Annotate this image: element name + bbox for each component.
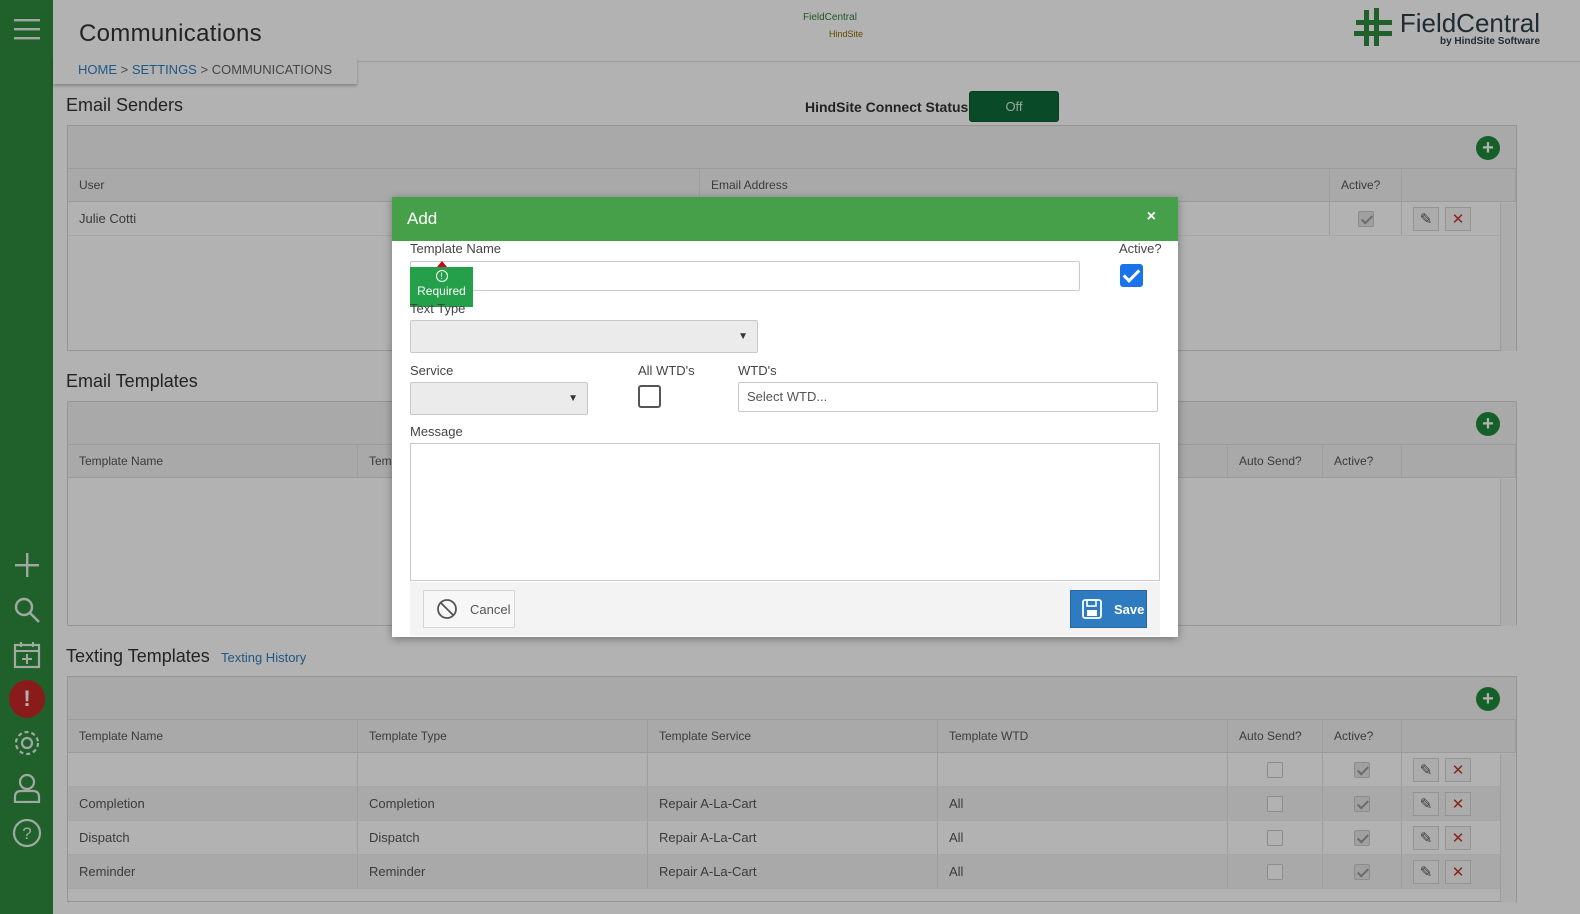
service-select[interactable]: ▼ (410, 382, 588, 415)
text-type-label: Text Type (410, 301, 466, 316)
save-button[interactable]: Save (1070, 590, 1147, 628)
message-label: Message (410, 424, 463, 439)
active-checkbox[interactable] (1120, 264, 1143, 287)
dialog-title: Add (407, 209, 438, 228)
info-icon: ! (435, 270, 448, 282)
save-icon (1082, 599, 1102, 619)
dialog-footer: Cancel Save (410, 582, 1160, 636)
add-template-dialog: Add × Template Name ! Required Active? T… (392, 197, 1178, 637)
text-type-select[interactable]: ▼ (410, 320, 758, 353)
service-label: Service (410, 363, 454, 378)
template-name-input[interactable] (410, 261, 1080, 291)
cancel-icon (437, 599, 457, 619)
all-wtds-checkbox[interactable] (638, 385, 661, 408)
wtds-input[interactable]: Select WTD... (738, 382, 1158, 412)
template-name-label: Template Name (410, 241, 502, 256)
cancel-button[interactable]: Cancel (423, 590, 515, 628)
message-textarea[interactable] (410, 443, 1160, 581)
chevron-down-icon: ▼ (568, 393, 578, 404)
active-label: Active? (1119, 241, 1162, 256)
wtds-label: WTD's (738, 363, 777, 378)
all-wtds-label: All WTD's (638, 363, 695, 378)
chevron-down-icon: ▼ (738, 331, 748, 342)
close-icon[interactable]: × (1147, 208, 1156, 226)
wtds-placeholder: Select WTD... (747, 389, 828, 404)
